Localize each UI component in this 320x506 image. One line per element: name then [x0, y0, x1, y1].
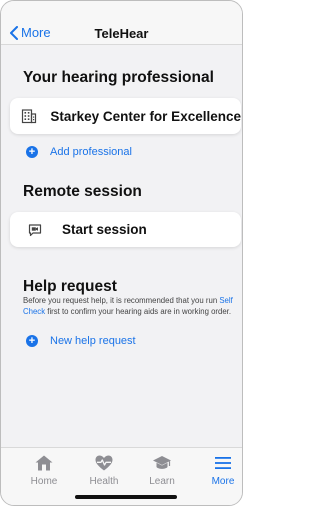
tab-learn-label: Learn	[149, 476, 175, 487]
plus-circle-icon: +	[26, 335, 38, 347]
add-professional-label: Add professional	[50, 146, 132, 158]
start-session-card[interactable]: Start session	[10, 212, 241, 247]
tab-health[interactable]: Health	[79, 454, 129, 487]
remote-section-title: Remote session	[23, 183, 142, 200]
help-description-text-end: first to confirm your hearing aids are i…	[45, 306, 232, 316]
video-chat-icon	[20, 223, 50, 237]
main-content: Your hearing professional Starkey Center…	[1, 46, 242, 447]
tab-health-label: Health	[89, 476, 119, 487]
tab-home[interactable]: Home	[19, 454, 69, 487]
page-title: TeleHear	[94, 26, 149, 41]
navigation-bar: More TeleHear	[1, 1, 242, 45]
start-session-label: Start session	[62, 222, 147, 237]
tab-bar: Home Health Learn More	[1, 447, 242, 505]
tab-learn[interactable]: Learn	[137, 454, 187, 487]
graduation-cap-icon	[153, 456, 171, 469]
help-section-title: Help request	[23, 278, 117, 295]
home-indicator	[75, 495, 177, 499]
heart-pulse-icon	[95, 455, 113, 471]
building-icon	[20, 108, 38, 124]
new-help-request-button[interactable]: + New help request	[26, 335, 136, 347]
help-description: Before you request help, it is recommend…	[23, 296, 236, 317]
professional-name: Starkey Center for Excellence	[50, 108, 241, 124]
menu-icon	[215, 457, 231, 469]
tab-home-label: Home	[30, 476, 58, 487]
home-icon	[35, 455, 53, 471]
professional-card[interactable]: Starkey Center for Excellence	[10, 98, 241, 134]
app-frame: More TeleHear Your hearing professional	[0, 0, 243, 506]
add-professional-button[interactable]: + Add professional	[26, 146, 132, 158]
help-description-text: Before you request help, it is recommend…	[23, 296, 220, 305]
tab-more[interactable]: More	[198, 454, 242, 487]
plus-circle-icon: +	[26, 146, 38, 158]
new-help-request-label: New help request	[50, 335, 136, 347]
tab-more-label: More	[211, 476, 235, 487]
professional-section-title: Your hearing professional	[23, 69, 214, 86]
